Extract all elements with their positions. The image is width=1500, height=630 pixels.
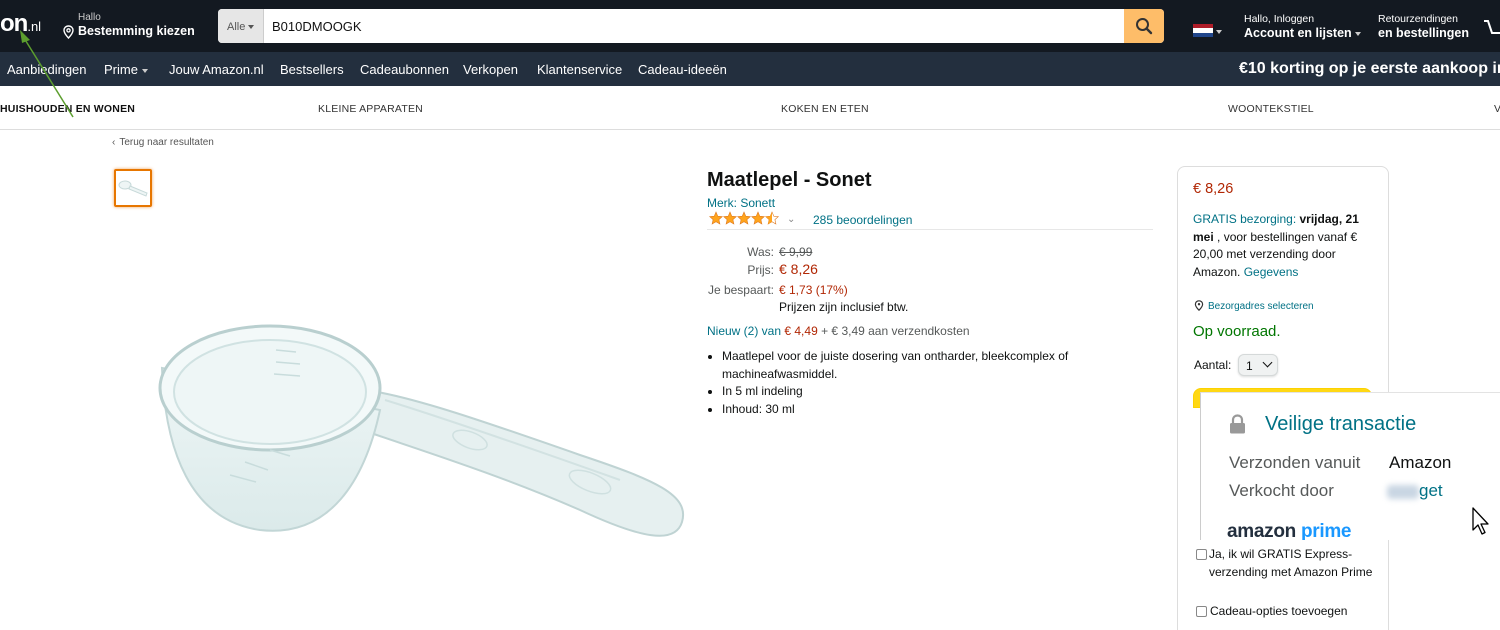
orders-label: en bestellingen — [1378, 26, 1469, 40]
new-offers-price: € 4,49 — [784, 324, 818, 338]
star-rating-icon[interactable] — [709, 211, 781, 226]
account-lists-label: Account en lijsten — [1244, 26, 1361, 40]
measuring-spoon-thumbnail-image — [118, 180, 148, 197]
returns-label: Retourzendingen — [1378, 13, 1458, 25]
search-input[interactable] — [264, 9, 1124, 43]
chevron-down-icon — [248, 25, 255, 30]
brand-link[interactable]: Merk: Sonett — [707, 196, 775, 210]
search-button[interactable] — [1124, 9, 1164, 43]
divider — [707, 229, 1153, 230]
sold-by-value[interactable]: get — [1419, 481, 1443, 501]
secure-transaction-label[interactable]: Veilige transactie — [1265, 413, 1416, 436]
chevron-down-icon — [141, 68, 148, 73]
select-address-link[interactable]: Bezorgadres selecteren — [1194, 300, 1314, 312]
savings-label: Je bespaart: — [707, 283, 774, 297]
category-home-textiles[interactable]: WOONTEKSTIEL — [1228, 103, 1314, 115]
chevron-down-icon[interactable]: ⌄ — [787, 214, 795, 225]
prime-checkbox[interactable] — [1196, 549, 1207, 560]
vat-note: Prijzen zijn inclusief btw. — [779, 300, 909, 314]
chevron-left-icon: ‹ — [112, 137, 116, 148]
back-to-results-link[interactable]: ‹ Terug naar resultaten — [112, 137, 214, 148]
new-offers: Nieuw (2) van € 4,49 + € 3,49 aan verzen… — [707, 324, 970, 338]
quantity-label: Aantal: — [1194, 358, 1232, 372]
nav-bestsellers[interactable]: Bestsellers — [280, 62, 344, 77]
shipped-from-value: Amazon — [1389, 453, 1452, 472]
list-item: Maatlepel voor de juiste dosering van on… — [722, 348, 1102, 383]
nav-customer-service[interactable]: Klantenservice — [537, 62, 622, 77]
cart-icon[interactable] — [1484, 15, 1500, 39]
location-pin-icon — [1194, 300, 1204, 312]
list-item: Inhoud: 30 ml — [722, 401, 1102, 419]
delivery-info: GRATIS bezorging: vrijdag, 21 mei , voor… — [1193, 211, 1378, 281]
search-category-dropdown[interactable]: Alle — [218, 9, 264, 43]
lock-icon — [1230, 414, 1245, 434]
buybox-price: € 8,26 — [1193, 181, 1234, 197]
sold-by-label: Verkocht door — [1229, 481, 1334, 500]
category-small-appliances[interactable]: KLEINE APPARATEN — [318, 103, 423, 115]
chevron-down-icon — [1262, 357, 1273, 368]
search-bar: Alle — [218, 9, 1164, 43]
free-delivery-link[interactable]: GRATIS bezorging: — [1193, 212, 1296, 226]
ratings-count-link[interactable]: 285 beoordelingen — [813, 213, 912, 227]
promo-banner[interactable]: €10 korting op je eerste aankoop in d — [1239, 60, 1500, 78]
returns-orders-link[interactable]: Retourzendingen en bestellingen — [1378, 13, 1469, 40]
chevron-down-icon — [1216, 30, 1222, 34]
category-more[interactable]: V — [1494, 103, 1500, 115]
nav-gift-cards[interactable]: Cadeaubonnen — [360, 62, 449, 77]
stock-status: Op voorraad. — [1193, 323, 1281, 340]
nav-your-amazon[interactable]: Jouw Amazon.nl — [169, 62, 264, 77]
category-strip: HUISHOUDEN EN WONEN KLEINE APPARATEN KOK… — [0, 86, 1500, 130]
delivery-destination: Bestemming kiezen — [78, 24, 195, 38]
blurred-seller-name — [1387, 485, 1419, 499]
top-navigation-bar: on.nl Hallo Bestemming kiezen Alle Hallo… — [0, 0, 1500, 52]
language-flag-icon[interactable] — [1193, 24, 1213, 37]
gift-options-checkbox[interactable] — [1196, 606, 1207, 617]
product-title: Maatlepel - Sonet — [707, 169, 872, 191]
quantity-select[interactable]: 1 — [1238, 354, 1278, 376]
price-label: Prijs: — [747, 263, 774, 277]
gift-options-label[interactable]: Cadeau-opties toevoegen — [1210, 603, 1347, 621]
search-icon — [1136, 18, 1153, 35]
savings-value: € 1,73 (17%) — [779, 283, 848, 297]
was-price-value: € 9,99 — [779, 245, 813, 259]
secondary-navigation-bar: Aanbiedingen Prime Jouw Amazon.nl Bestse… — [0, 52, 1500, 86]
product-main-image[interactable] — [150, 300, 700, 560]
chevron-down-icon — [1354, 31, 1361, 36]
account-menu[interactable]: Hallo, Inloggen Account en lijsten — [1244, 13, 1361, 40]
list-item: In 5 ml indeling — [722, 383, 1102, 401]
category-cooking-dining[interactable]: KOKEN EN ETEN — [781, 103, 869, 115]
mouse-cursor-icon — [1472, 507, 1489, 535]
prime-checkbox-label[interactable]: Ja, ik wil GRATIS Express-verzending met… — [1209, 546, 1379, 581]
zoom-overlay: Veilige transactie Verzonden vanuit Amaz… — [1200, 392, 1500, 540]
nav-prime[interactable]: Prime — [104, 62, 148, 77]
nav-sell[interactable]: Verkopen — [463, 62, 518, 77]
price-value: € 8,26 — [779, 261, 818, 277]
was-price-label: Was: — [747, 245, 774, 259]
new-offers-link[interactable]: Nieuw (2) van — [707, 324, 781, 338]
product-thumbnail[interactable] — [114, 169, 152, 207]
shipped-from-label: Verzonden vanuit — [1229, 453, 1361, 472]
annotation-arrow — [20, 30, 74, 118]
nav-gift-ideas[interactable]: Cadeau-ideeën — [638, 62, 727, 77]
details-link[interactable]: Gegevens — [1244, 265, 1299, 279]
amazon-prime-logo: amazon prime — [1227, 521, 1352, 540]
new-offers-shipping: + € 3,49 aan verzendkosten — [821, 324, 970, 338]
account-greeting: Hallo, Inloggen — [1244, 13, 1315, 25]
feature-bullets: Maatlepel voor de juiste dosering van on… — [722, 348, 1102, 418]
